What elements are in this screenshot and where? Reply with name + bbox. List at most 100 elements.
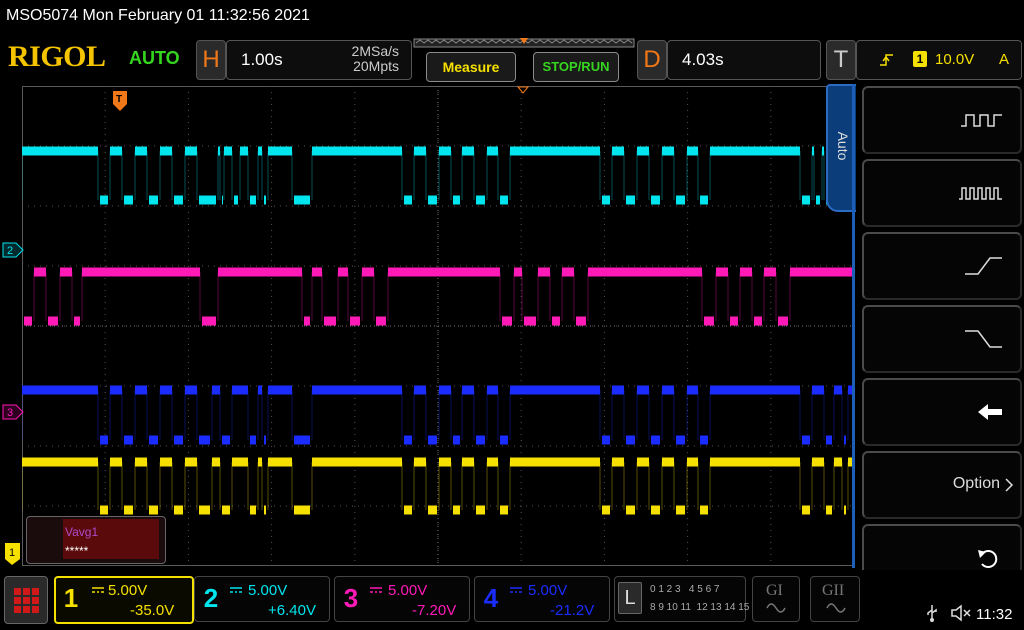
rising-ramp-icon xyxy=(965,257,1002,275)
waveform-display[interactable] xyxy=(22,86,854,566)
ch1-trace-low xyxy=(124,505,133,515)
ch2-trace-low xyxy=(404,195,412,205)
ch1-trace-low xyxy=(700,505,708,515)
back-arrow-icon xyxy=(978,404,1002,420)
delay-box[interactable]: 4.03s xyxy=(667,40,821,80)
ch4-trace-high xyxy=(212,385,220,395)
ch4-trace-high xyxy=(637,385,649,395)
ch1-trace-high xyxy=(22,457,98,467)
ch4-trace-high xyxy=(510,385,600,395)
ch2-trace-high xyxy=(110,146,122,156)
ch1-trace-low xyxy=(802,505,810,515)
center-marker xyxy=(517,86,529,94)
ch3-trace-low xyxy=(376,316,386,326)
home-button[interactable] xyxy=(4,576,48,624)
ch1-scale: 5.00V xyxy=(108,582,148,599)
ch1-trace-high xyxy=(812,457,824,467)
softkey-pulse-train[interactable] xyxy=(862,159,1022,227)
ch3-marker[interactable]: 3 xyxy=(2,404,24,420)
delay-letter[interactable]: D xyxy=(637,40,667,80)
ch1-trace-high xyxy=(160,457,172,467)
ch4-trace-low xyxy=(651,435,660,445)
ch4-trace-high xyxy=(710,385,800,395)
trigger-position-marker[interactable]: T xyxy=(112,90,128,112)
stop-run-button[interactable]: STOP/RUN xyxy=(533,52,619,82)
horizontal-letter[interactable]: H xyxy=(196,40,226,80)
ch4-trace-high xyxy=(834,385,842,395)
ch2-marker[interactable]: 2 xyxy=(2,242,24,258)
ch2-trace-low xyxy=(626,195,635,205)
softkey-pulse[interactable] xyxy=(862,86,1022,154)
delay-value: 4.03s xyxy=(682,50,724,69)
ch1-trace-high xyxy=(687,457,698,467)
trigger-letter[interactable]: T xyxy=(826,40,856,80)
mode-label[interactable]: AUTO xyxy=(129,48,180,69)
falling-ramp-icon xyxy=(965,330,1002,348)
ch4-trace-high xyxy=(439,385,451,395)
softkey-rising[interactable] xyxy=(862,232,1022,300)
ch4-trace-low xyxy=(700,435,708,445)
measure-button[interactable]: Measure xyxy=(426,52,516,82)
ch3-trace-high xyxy=(312,267,322,277)
ch3-offset: -7.20V xyxy=(412,602,457,619)
auto-tab-label: Auto xyxy=(835,131,851,161)
ch1-offset: -35.0V xyxy=(130,602,175,619)
timebase-value: 1.00s xyxy=(241,50,283,69)
ch3-trace-low xyxy=(524,316,536,326)
ch4-trace-high xyxy=(812,385,824,395)
ch2-trace-low xyxy=(428,195,437,205)
ch1-marker[interactable]: 1 xyxy=(4,542,22,566)
ch1-trace-low xyxy=(651,505,660,515)
ch4-trace-high xyxy=(487,385,498,395)
ch4-trace-high xyxy=(268,385,292,395)
ch4-trace-low xyxy=(428,435,437,445)
ch2-trace-low xyxy=(676,195,685,205)
softkey-back[interactable] xyxy=(862,378,1022,446)
trigger-marker-label: T xyxy=(116,94,122,105)
ch1-trace-low xyxy=(250,505,256,515)
ch2-trace-high xyxy=(710,146,800,156)
ch2-trace-low xyxy=(802,195,810,205)
ch1-trace-low xyxy=(294,505,310,515)
ch1-trace-high xyxy=(135,457,147,467)
ch4-trace-low xyxy=(264,435,266,445)
trigger-box[interactable]: 1 10.0V A xyxy=(856,40,1022,80)
chevron-right-icon xyxy=(1005,478,1014,492)
ch3-dc-coupling-icon xyxy=(370,587,382,593)
ch3-trace-high xyxy=(764,267,776,277)
ch4-trace-low xyxy=(626,435,635,445)
undo-icon xyxy=(978,550,998,568)
panel-border xyxy=(852,84,855,568)
ch3-scale: 5.00V xyxy=(388,582,428,599)
horizontal-box[interactable]: 1.00s 2MSa/s 20Mpts xyxy=(226,40,412,80)
speaker-mute-icon xyxy=(951,604,971,622)
ch1-number: 1 xyxy=(63,583,79,613)
ch2-trace-low xyxy=(294,195,310,205)
ch4-trace-high xyxy=(232,385,248,395)
trigger-channel-tag: A xyxy=(999,51,1010,68)
logic-row1: 0 1 2 3 4 5 6 7 xyxy=(650,584,720,595)
ch4-trace-low xyxy=(826,435,832,445)
ch2-trace-low xyxy=(476,195,485,205)
logic-letter: L xyxy=(618,582,642,614)
ch3-trace-high xyxy=(34,267,46,277)
ch4-trace-high xyxy=(258,385,262,395)
ch2-trace-low xyxy=(453,195,460,205)
ch2-trace-high xyxy=(462,146,474,156)
ch1-trace-low xyxy=(676,505,685,515)
softkey-option[interactable]: Option xyxy=(862,451,1022,519)
ch1-trace-low xyxy=(404,505,412,515)
ch3-trace-high xyxy=(362,267,374,277)
ch3-trace-high xyxy=(338,267,348,277)
ch2-number: 2 xyxy=(203,583,219,613)
ch1-trace-high xyxy=(110,457,122,467)
softkey-falling[interactable] xyxy=(862,305,1022,373)
title-bar: MSO5074 Mon February 01 11:32:56 2021 xyxy=(0,0,1024,32)
ch1-trace-low xyxy=(428,505,437,515)
ch4-trace-low xyxy=(453,435,460,445)
ch3-trace-high xyxy=(388,267,500,277)
sample-rate: 2MSa/s xyxy=(351,43,399,59)
measure-result-box[interactable]: Vavg1 ***** xyxy=(26,516,166,564)
ch2-trace-low xyxy=(174,195,183,205)
ch3-trace-high xyxy=(716,267,728,277)
